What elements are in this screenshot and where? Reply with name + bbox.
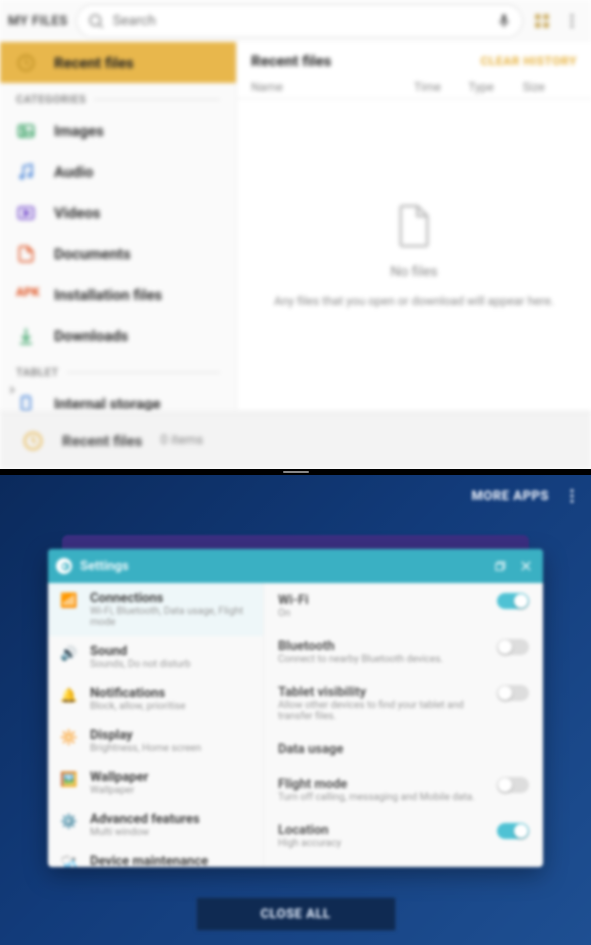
sidebar-item-label: Videos [54,204,101,222]
sidebar-group-tablet: TABLET [0,356,236,383]
clock-icon [22,430,44,452]
settings-left-item[interactable]: 🔊SoundSounds, Do not disturb [48,636,263,678]
settings-left-item[interactable]: 🔆DisplayBrightness, Home screen [48,720,263,762]
clear-history-button[interactable]: CLEAR HISTORY [480,54,577,68]
sidebar-item-label: Images [54,122,104,140]
sidebar-item-label: Downloads [54,327,128,345]
sidebar-item-label: Audio [54,163,93,181]
close-all-button[interactable]: CLOSE ALL [196,897,396,931]
toggle-switch[interactable] [497,639,529,655]
status-title: Recent files [62,432,142,450]
grid-view-icon[interactable] [531,10,553,32]
sidebar: Recent files CATEGORIES Images Audio Vid… [0,42,237,411]
clock-icon [16,53,36,73]
settings-right-item[interactable]: Wi-FiOn [264,583,543,629]
more-apps-button[interactable]: MORE APPS [472,489,550,504]
search-input[interactable] [113,13,488,29]
settings-item-icon: 🔆 [60,730,78,748]
chevron-right-icon[interactable] [6,384,18,396]
sidebar-item-audio[interactable]: Audio [0,151,236,192]
image-icon [16,121,36,141]
settings-item-icon: 🩺 [60,856,78,867]
sidebar-item-label: Installation files [54,286,162,304]
settings-right-item[interactable]: Tablet visibilityAllow other devices to … [264,675,543,732]
settings-right-item[interactable]: LocationHigh accuracy [264,813,543,859]
more-icon[interactable] [563,487,581,505]
empty-title: No files [390,264,437,280]
gear-icon [56,558,72,574]
close-icon[interactable] [517,557,535,575]
settings-right-item[interactable]: BluetoothConnect to nearby Bluetooth dev… [264,629,543,675]
search-icon [87,12,105,30]
video-icon [16,203,36,223]
window-restore-icon[interactable] [491,557,509,575]
app-title: MY FILES [8,14,68,29]
sidebar-item-label: Internal storage [54,395,161,413]
settings-left-item[interactable]: 🔔NotificationsBlock, allow, prioritise [48,678,263,720]
status-count: 0 items [160,433,203,448]
more-icon[interactable] [561,10,583,32]
settings-left-item[interactable]: 🩺Device maintenanceBattery, Storage, Mem… [48,846,263,867]
search-input-wrap[interactable] [76,4,523,38]
sidebar-group-categories: CATEGORIES [0,83,236,110]
download-icon [16,326,36,346]
sidebar-item-installation[interactable]: APK Installation files [0,274,236,315]
sidebar-item-videos[interactable]: Videos [0,192,236,233]
settings-right-item[interactable]: More connection settings [264,859,543,867]
column-headers: NameTimeTypeSize [237,76,591,99]
settings-item-icon: 🔔 [60,688,78,706]
settings-item-icon: 📶 [60,593,78,611]
settings-item-icon: 🖼️ [60,772,78,790]
audio-icon [16,162,36,182]
sidebar-item-label: Recent files [54,54,134,72]
settings-right-item[interactable]: Data usage [264,732,543,767]
empty-file-icon [394,202,434,250]
sidebar-item-recent[interactable]: Recent files [0,42,236,83]
settings-item-icon: 🔊 [60,646,78,664]
settings-item-icon: ⚙️ [60,814,78,832]
empty-hint: Any files that you open or download will… [274,294,554,308]
settings-left-item[interactable]: ⚙️Advanced featuresMulti window [48,804,263,846]
toggle-switch[interactable] [497,823,529,839]
sidebar-item-documents[interactable]: Documents [0,233,236,274]
toggle-switch[interactable] [497,685,529,701]
toggle-switch[interactable] [497,593,529,609]
document-icon [16,244,36,264]
sidebar-item-label: Documents [54,245,131,263]
toggle-switch[interactable] [497,777,529,793]
apk-icon: APK [16,285,36,305]
recents-card-settings[interactable]: Settings 📶ConnectionsWi-Fi, Bluetooth, D… [48,549,543,867]
settings-left-item[interactable]: 📶ConnectionsWi-Fi, Bluetooth, Data usage… [48,583,263,636]
settings-left-item[interactable]: 🖼️WallpaperWallpaper [48,762,263,804]
settings-right-item[interactable]: Flight modeTurn off calling, messaging a… [264,767,543,813]
sidebar-item-downloads[interactable]: Downloads [0,315,236,356]
mic-icon[interactable] [496,13,512,29]
content-title: Recent files [251,52,331,70]
sidebar-item-images[interactable]: Images [0,110,236,151]
settings-window-title: Settings [80,559,483,574]
